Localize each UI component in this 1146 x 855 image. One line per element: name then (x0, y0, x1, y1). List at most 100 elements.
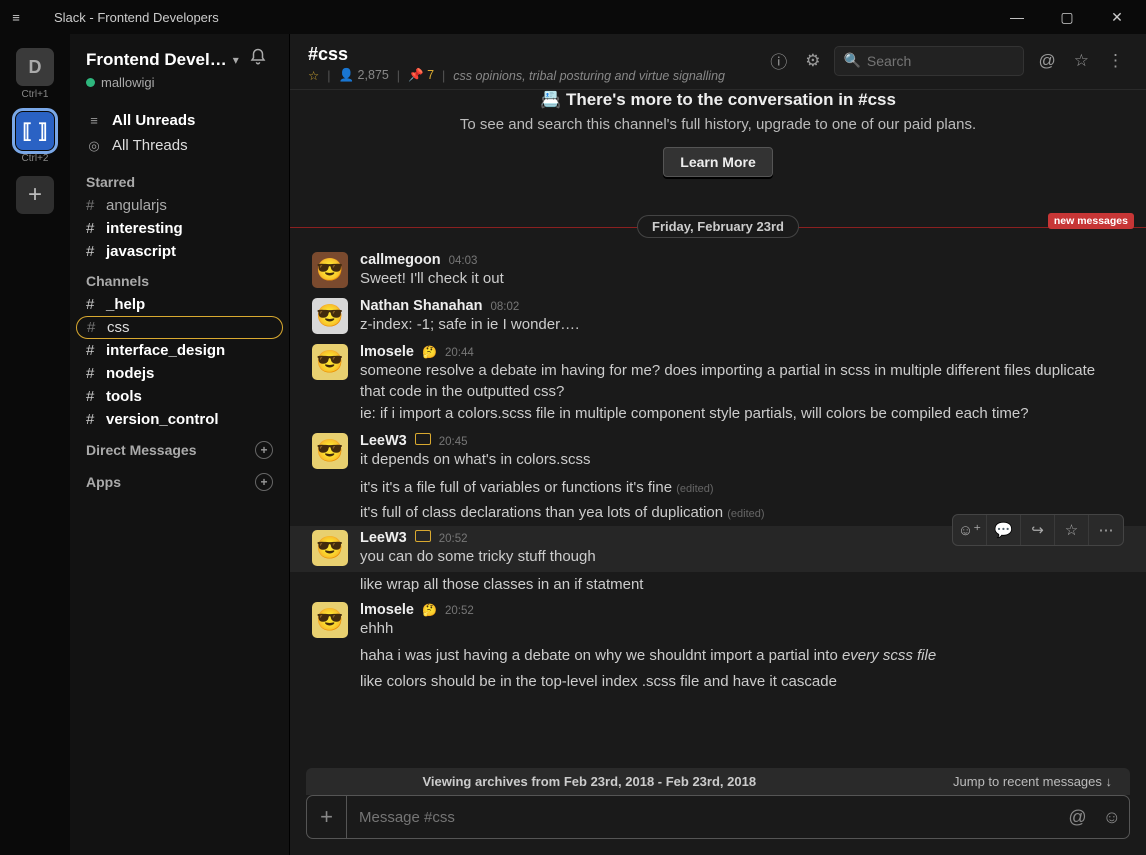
hash-icon: # (86, 411, 98, 428)
section-channels: Channels (70, 263, 289, 293)
channel-item-_help[interactable]: #_help (70, 293, 289, 316)
user-presence[interactable]: mallowigi (70, 75, 289, 102)
add-dm-icon[interactable]: + (255, 441, 273, 459)
workspace-item[interactable]: D Ctrl+1 (16, 48, 54, 100)
workspace-item-active[interactable]: ⟦ ⟧ Ctrl+2 (16, 112, 54, 164)
avatar[interactable]: 😎 (312, 298, 348, 334)
upgrade-title: 📇 There's more to the conversation in #c… (310, 90, 1126, 110)
message-user[interactable]: callmegoon (360, 252, 441, 268)
search-input[interactable]: 🔍 (834, 46, 1024, 76)
channel-item-css[interactable]: #css (76, 316, 283, 339)
message-time: 20:52 (439, 533, 468, 545)
channel-topic[interactable]: css opinions, tribal posturing and virtu… (453, 69, 725, 83)
star-icon[interactable]: ☆ (1055, 515, 1089, 545)
mention-icon[interactable]: @ (1060, 807, 1094, 828)
status-emoji: 🤔 (422, 603, 437, 617)
message-user[interactable]: LeeW3 (360, 433, 407, 449)
members-count[interactable]: 👤 2,875 (338, 68, 388, 83)
message-time: 20:52 (445, 605, 474, 617)
info-icon[interactable]: ⓘ (766, 44, 791, 77)
channel-item-angularjs[interactable]: #angularjs (70, 194, 289, 217)
star-icon[interactable]: ☆ (308, 68, 319, 83)
channel-item-nodejs[interactable]: #nodejs (70, 362, 289, 385)
message-input[interactable] (347, 809, 1060, 826)
add-app-icon[interactable]: + (255, 473, 273, 491)
avatar[interactable]: 😎 (312, 344, 348, 380)
message-user[interactable]: LeeW3 (360, 530, 407, 546)
message-text: you can do some tricky stuff though (360, 546, 1124, 568)
title-bar: ≡ Slack - Frontend Developers — ▢ ✕ (0, 0, 1146, 34)
plus-icon: + (16, 176, 54, 214)
channel-item-tools[interactable]: #tools (70, 385, 289, 408)
message-time: 20:45 (439, 436, 468, 448)
message-text: it's it's a file full of variables or fu… (360, 475, 1146, 501)
hash-icon: # (86, 243, 98, 260)
message-list: Friday, February 23rd new messages 😎 call… (290, 197, 1146, 768)
minimize-button[interactable]: — (994, 0, 1040, 34)
hash-icon: # (86, 388, 98, 405)
channel-item-interface_design[interactable]: #interface_design (70, 339, 289, 362)
message[interactable]: 😎 callmegoon 04:03Sweet! I'll check it ou… (290, 248, 1146, 294)
message-time: 20:44 (445, 347, 474, 359)
message[interactable]: 😎Nathan Shanahan 08:02z-index: -1; safe … (290, 294, 1146, 340)
more-icon[interactable]: ⋮ (1103, 47, 1128, 75)
channel-item-javascript[interactable]: #javascript (70, 240, 289, 263)
learn-more-button[interactable]: Learn More (663, 147, 772, 177)
channel-item-version_control[interactable]: #version_control (70, 408, 289, 431)
workspace-icon: ⟦ ⟧ (16, 112, 54, 150)
channel-item-interesting[interactable]: #interesting (70, 217, 289, 240)
gear-icon[interactable]: ⚙ (801, 47, 824, 75)
share-icon[interactable]: ↪ (1021, 515, 1055, 545)
star-items-icon[interactable]: ☆ (1070, 47, 1093, 75)
message-text: like wrap all those classes in an if sta… (360, 572, 1146, 598)
avatar[interactable]: 😎 (312, 252, 348, 288)
message[interactable]: 😎LeeW3 20:45it depends on what's in colo… (290, 429, 1146, 475)
thread-icon[interactable]: 💬 (987, 515, 1021, 545)
message-text: ie: if i import a colors.scss file in mu… (360, 403, 1124, 425)
message-composer[interactable]: + @ ☺ (306, 795, 1130, 839)
bell-icon[interactable] (249, 48, 267, 71)
message-user[interactable]: lmosele (360, 602, 414, 618)
message[interactable]: 😎lmosele 🤔 20:52ehhh (290, 598, 1146, 644)
section-apps[interactable]: Apps + (70, 463, 289, 495)
workspace-name[interactable]: Frontend Devel… (86, 50, 227, 70)
presence-dot (86, 78, 95, 87)
mentions-icon[interactable]: @ (1034, 47, 1059, 75)
attach-button[interactable]: + (307, 796, 347, 838)
date-label: Friday, February 23rd (637, 215, 799, 238)
sidebar: Frontend Devel… ▾ mallowigi ≡ All Unread… (70, 34, 290, 855)
all-threads-link[interactable]: ◎ All Threads (70, 133, 289, 158)
message-user[interactable]: Nathan Shanahan (360, 298, 482, 314)
add-workspace-button[interactable]: + (16, 176, 54, 214)
pins-count[interactable]: 📌 7 (408, 68, 434, 83)
channel-title[interactable]: #css (308, 44, 756, 65)
hash-icon: # (86, 296, 98, 313)
message[interactable]: 😎lmosele 🤔 20:44someone resolve a debate… (290, 340, 1146, 429)
message-time: 04:03 (449, 255, 478, 267)
upgrade-banner: 📇 There's more to the conversation in #c… (290, 90, 1146, 197)
jump-recent-link[interactable]: Jump to recent messages ↓ (953, 774, 1112, 789)
react-icon[interactable]: ☺⁺ (953, 515, 987, 545)
emoji-icon[interactable]: ☺ (1095, 807, 1129, 828)
section-dms[interactable]: Direct Messages + (70, 431, 289, 463)
archive-bar: Viewing archives from Feb 23rd, 2018 - F… (306, 768, 1130, 795)
avatar[interactable]: 😎 (312, 530, 348, 566)
maximize-button[interactable]: ▢ (1044, 0, 1090, 34)
badge-icon (415, 530, 431, 542)
new-messages-badge: new messages (1048, 213, 1134, 229)
hash-icon: # (86, 342, 98, 359)
message-text: Sweet! I'll check it out (360, 268, 1124, 290)
avatar[interactable]: 😎 (312, 602, 348, 638)
avatar[interactable]: 😎 (312, 433, 348, 469)
message-user[interactable]: lmosele (360, 344, 414, 360)
close-button[interactable]: ✕ (1094, 0, 1140, 34)
hash-icon: # (87, 319, 99, 336)
chevron-down-icon[interactable]: ▾ (233, 53, 239, 67)
upgrade-subtitle: To see and search this channel's full hi… (310, 116, 1126, 133)
message[interactable]: 😎 LeeW3 20:52you can do some tricky stuff… (290, 526, 1146, 572)
more-icon[interactable]: ⋯ (1089, 515, 1123, 545)
message-time: 08:02 (490, 301, 519, 313)
workspace-switcher: D Ctrl+1 ⟦ ⟧ Ctrl+2 + (0, 34, 70, 855)
all-unreads-link[interactable]: ≡ All Unreads (70, 108, 289, 133)
hamburger-icon[interactable]: ≡ (6, 10, 26, 25)
